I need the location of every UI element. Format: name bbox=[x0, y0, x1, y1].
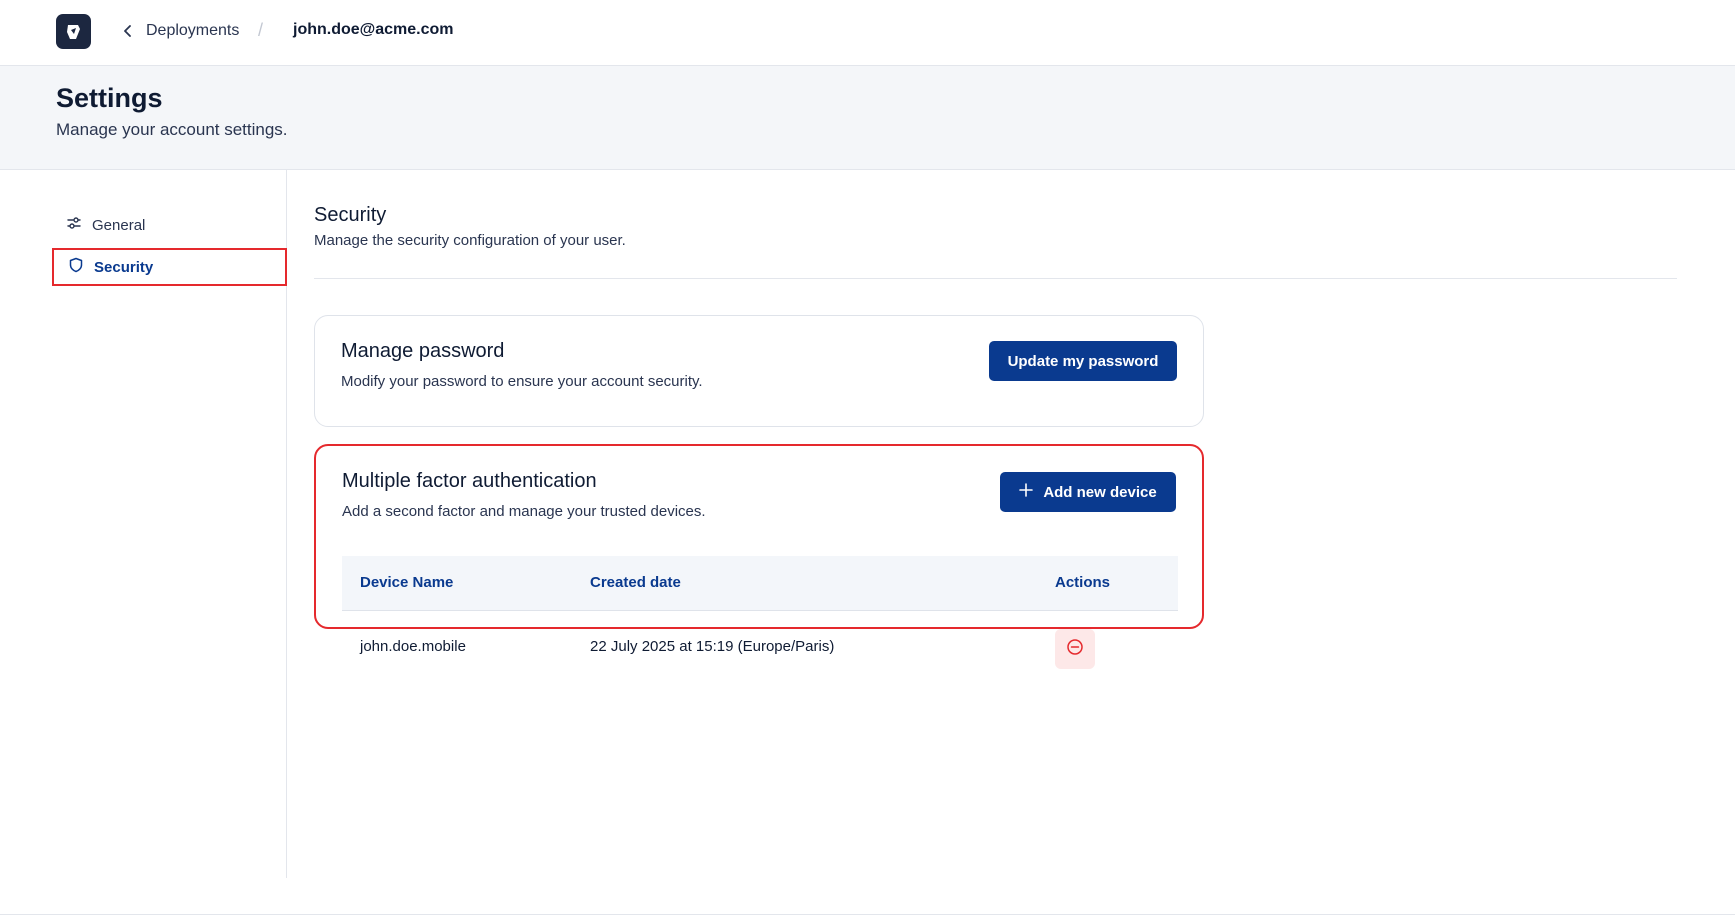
column-header-device-name: Device Name bbox=[360, 574, 454, 591]
app-logo-icon[interactable] bbox=[56, 14, 91, 49]
table-row: john.doe.mobile 22 July 2025 at 15:19 (E… bbox=[342, 611, 1178, 683]
breadcrumb-separator: / bbox=[258, 20, 264, 40]
page-subtitle: Manage your account settings. bbox=[56, 120, 288, 139]
column-header-actions: Actions bbox=[1055, 574, 1111, 591]
sliders-icon bbox=[66, 215, 82, 236]
card-title: Multiple factor authentication bbox=[342, 470, 597, 492]
manage-password-card: Manage password Modify your password to … bbox=[314, 315, 1204, 427]
sidebar-item-label: General bbox=[92, 216, 146, 234]
card-title: Manage password bbox=[341, 340, 505, 362]
device-name-cell: john.doe.mobile bbox=[360, 638, 466, 655]
sidebar-item-security[interactable]: Security bbox=[52, 248, 287, 286]
created-date-cell: 22 July 2025 at 15:19 (Europe/Paris) bbox=[590, 638, 835, 655]
add-new-device-button[interactable]: Add new device bbox=[1000, 472, 1176, 512]
column-header-created-date: Created date bbox=[590, 574, 681, 591]
section-title: Security bbox=[314, 204, 387, 226]
settings-sidebar: General Security bbox=[0, 170, 287, 878]
shield-icon bbox=[68, 257, 84, 278]
section-subtitle: Manage the security configuration of you… bbox=[314, 232, 626, 249]
remove-circle-icon bbox=[1066, 638, 1084, 661]
update-password-button[interactable]: Update my password bbox=[989, 341, 1177, 381]
add-new-device-label: Add new device bbox=[1043, 483, 1157, 501]
mfa-card: Multiple factor authentication Add a sec… bbox=[314, 444, 1204, 669]
card-subtitle: Modify your password to ensure your acco… bbox=[341, 373, 703, 390]
sidebar-item-general[interactable]: General bbox=[52, 206, 287, 244]
plus-icon bbox=[1019, 483, 1034, 501]
remove-device-button[interactable] bbox=[1055, 629, 1095, 669]
breadcrumb-current-user: john.doe@acme.com bbox=[293, 21, 454, 38]
card-subtitle: Add a second factor and manage your trus… bbox=[342, 503, 706, 520]
page-header: Settings Manage your account settings. bbox=[0, 66, 1735, 170]
section-divider bbox=[314, 278, 1677, 279]
footer-divider bbox=[0, 914, 1735, 915]
chevron-left-icon bbox=[120, 23, 136, 39]
top-bar: Deployments / john.doe@acme.com bbox=[0, 0, 1735, 66]
devices-table: Device Name Created date Actions john.do… bbox=[342, 556, 1178, 683]
breadcrumb-deployments: Deployments bbox=[146, 22, 240, 39]
page-title: Settings bbox=[56, 83, 163, 113]
table-header: Device Name Created date Actions bbox=[342, 556, 1178, 611]
sidebar-item-label: Security bbox=[94, 258, 154, 276]
breadcrumb-back-link[interactable]: Deployments bbox=[120, 20, 239, 42]
